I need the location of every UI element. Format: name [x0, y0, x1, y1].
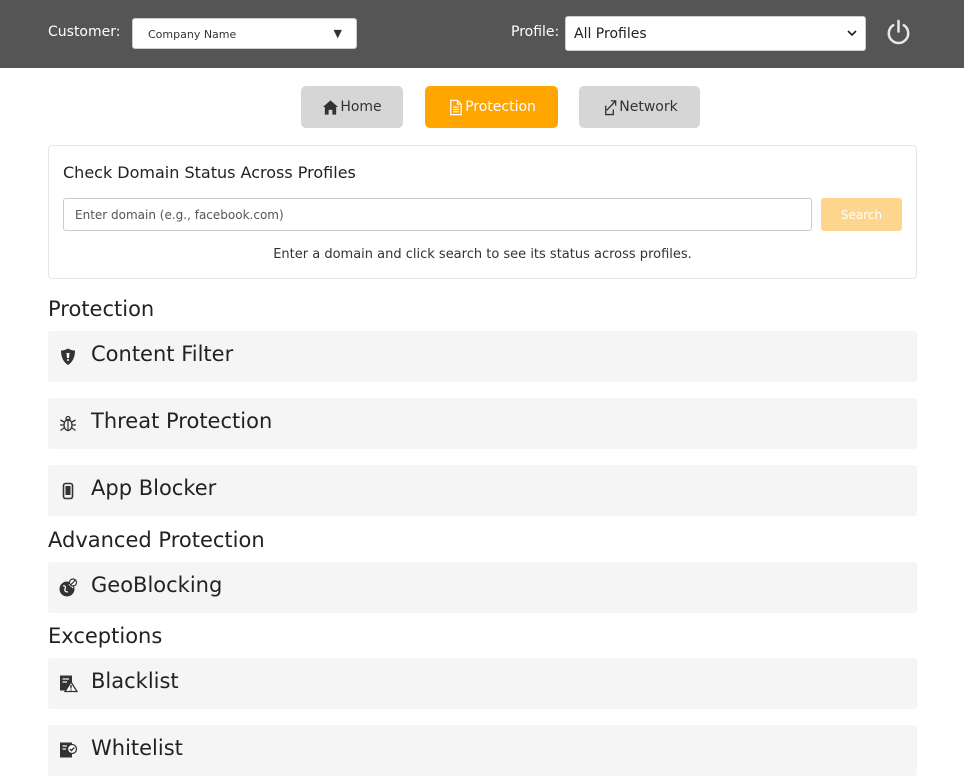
caret-down-icon: ▼ [333, 27, 342, 40]
tab-home[interactable]: Home [301, 86, 403, 128]
tab-protection[interactable]: Protection [425, 86, 558, 128]
bug-icon [60, 415, 76, 432]
document-icon [450, 99, 462, 115]
content-filter-row[interactable]: Content Filter [48, 331, 917, 382]
tab-network[interactable]: Network [579, 86, 700, 128]
tab-home-label: Home [340, 99, 382, 115]
link-icon [605, 99, 617, 115]
section-title-advanced-protection: Advanced Protection [48, 528, 265, 552]
geoblocking-label: GeoBlocking [91, 573, 223, 597]
mobile-icon [62, 482, 74, 500]
whitelist-row[interactable]: Whitelist [48, 725, 917, 776]
section-title-exceptions: Exceptions [48, 624, 163, 648]
customer-select[interactable]: Company Name ▼ [132, 18, 357, 49]
shield-icon [61, 348, 75, 365]
geoblocking-row[interactable]: GeoBlocking [48, 562, 917, 613]
profile-label: Profile: [511, 24, 560, 40]
domain-check-hint: Enter a domain and click search to see i… [273, 247, 692, 262]
home-icon [323, 99, 339, 115]
domain-check-title: Check Domain Status Across Profiles [63, 163, 356, 182]
threat-protection-label: Threat Protection [91, 409, 273, 433]
search-button[interactable]: Search [821, 198, 902, 231]
tab-protection-label: Protection [465, 99, 536, 115]
app-blocker-label: App Blocker [91, 476, 217, 500]
top-bar: Customer: Company Name ▼ Profile: All Pr… [0, 0, 964, 68]
blacklist-label: Blacklist [91, 669, 179, 693]
profile-select-value: All Profiles [574, 26, 647, 42]
profile-select[interactable]: All Profiles [565, 16, 866, 51]
chevron-down-icon [847, 30, 857, 37]
app-blocker-row[interactable]: App Blocker [48, 465, 917, 516]
domain-search-input[interactable] [63, 198, 812, 231]
domain-check-card: Check Domain Status Across Profiles Sear… [48, 145, 917, 279]
content-filter-label: Content Filter [91, 342, 234, 366]
whitelist-icon [60, 742, 78, 758]
section-title-protection: Protection [48, 297, 155, 321]
customer-select-value: Company Name [148, 28, 237, 41]
threat-protection-row[interactable]: Threat Protection [48, 398, 917, 449]
globe-icon [59, 578, 78, 597]
blacklist-row[interactable]: Blacklist [48, 658, 917, 709]
customer-label: Customer: [48, 24, 121, 40]
power-icon[interactable] [883, 17, 914, 48]
blacklist-icon [60, 675, 78, 693]
whitelist-label: Whitelist [91, 736, 183, 760]
tab-network-label: Network [619, 99, 678, 115]
